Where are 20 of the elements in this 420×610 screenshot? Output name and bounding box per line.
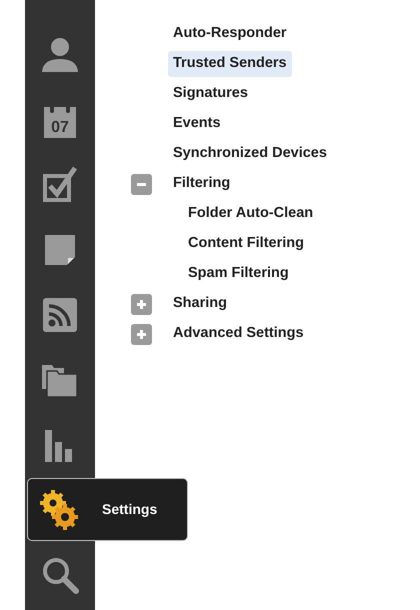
gears-icon: [38, 488, 80, 530]
tree-item[interactable]: Trusted Senders: [168, 51, 292, 77]
plus-icon: [136, 328, 147, 340]
tree-item[interactable]: Events: [168, 111, 226, 137]
tree-item[interactable]: Advanced Settings: [168, 321, 309, 347]
tree-item[interactable]: Synchronized Devices: [168, 141, 332, 167]
plus-icon: [136, 298, 147, 310]
tree-item[interactable]: Folder Auto-Clean: [183, 201, 318, 227]
collapse-button[interactable]: [131, 174, 152, 194]
tree-item[interactable]: Content Filtering: [183, 231, 309, 257]
tree-item[interactable]: Signatures: [168, 81, 253, 107]
tree-item[interactable]: Auto-Responder: [168, 21, 292, 47]
expand-button[interactable]: [131, 324, 152, 344]
expand-button[interactable]: [131, 294, 152, 314]
calendar-day: 07: [51, 118, 69, 136]
tree-item[interactable]: Spam Filtering: [183, 261, 294, 287]
active-sidebar-item[interactable]: Settings: [27, 478, 188, 541]
tree-item[interactable]: Sharing: [168, 291, 232, 317]
tree-item[interactable]: Filtering: [168, 171, 236, 197]
sidebar-item[interactable]: 07: [25, 87, 95, 152]
